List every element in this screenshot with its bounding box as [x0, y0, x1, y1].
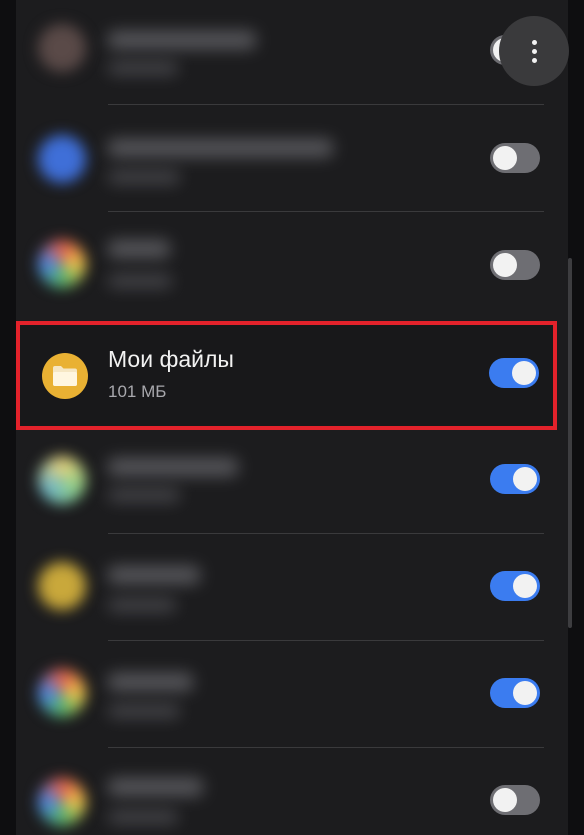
app-name: Мои файлы — [108, 346, 234, 372]
app-icon — [38, 669, 86, 717]
app-toggle[interactable] — [490, 785, 540, 815]
app-icon — [38, 456, 86, 504]
blurred-app-size — [108, 274, 172, 288]
list-item[interactable] — [16, 534, 568, 641]
blurred-app-size — [108, 598, 176, 612]
app-toggle[interactable] — [490, 464, 540, 494]
blurred-app-name — [108, 458, 238, 476]
scrollbar[interactable] — [568, 258, 572, 628]
toggle-knob — [513, 681, 537, 705]
blurred-app-name — [108, 566, 200, 584]
blurred-app-name — [108, 778, 203, 796]
blurred-app-size — [108, 170, 180, 184]
my-files-icon — [42, 353, 88, 399]
folder-icon — [53, 366, 77, 386]
app-icon — [38, 24, 86, 72]
blurred-app-name — [108, 31, 256, 49]
toggle-knob — [493, 253, 517, 277]
list-item[interactable] — [16, 748, 568, 835]
toggle-knob — [513, 467, 537, 491]
blurred-app-name — [108, 139, 333, 157]
app-toggle[interactable] — [490, 143, 540, 173]
blurred-app-name — [108, 240, 170, 258]
list-item[interactable] — [16, 0, 568, 104]
more-options-button[interactable] — [499, 16, 569, 86]
list-item[interactable] — [16, 641, 568, 748]
blurred-app-size — [108, 488, 180, 502]
app-icon — [38, 240, 86, 288]
blurred-app-size — [108, 704, 180, 718]
blurred-app-name — [108, 673, 193, 691]
blurred-app-size — [108, 810, 178, 824]
toggle-knob — [493, 788, 517, 812]
my-files-toggle[interactable] — [489, 358, 539, 388]
toggle-knob — [493, 146, 517, 170]
list-item[interactable] — [16, 105, 568, 212]
app-size: 101 МБ — [108, 382, 167, 401]
list-item[interactable] — [16, 212, 568, 319]
app-toggle[interactable] — [490, 678, 540, 708]
toggle-knob — [513, 574, 537, 598]
toggle-knob — [512, 361, 536, 385]
app-icon — [38, 562, 86, 610]
app-toggle[interactable] — [490, 571, 540, 601]
app-toggle[interactable] — [490, 250, 540, 280]
highlighted-app-row[interactable]: Мои файлы 101 МБ — [16, 321, 557, 430]
blurred-app-size — [108, 61, 178, 75]
app-icon — [38, 135, 86, 183]
list-item[interactable] — [16, 426, 568, 533]
app-icon — [38, 778, 86, 826]
